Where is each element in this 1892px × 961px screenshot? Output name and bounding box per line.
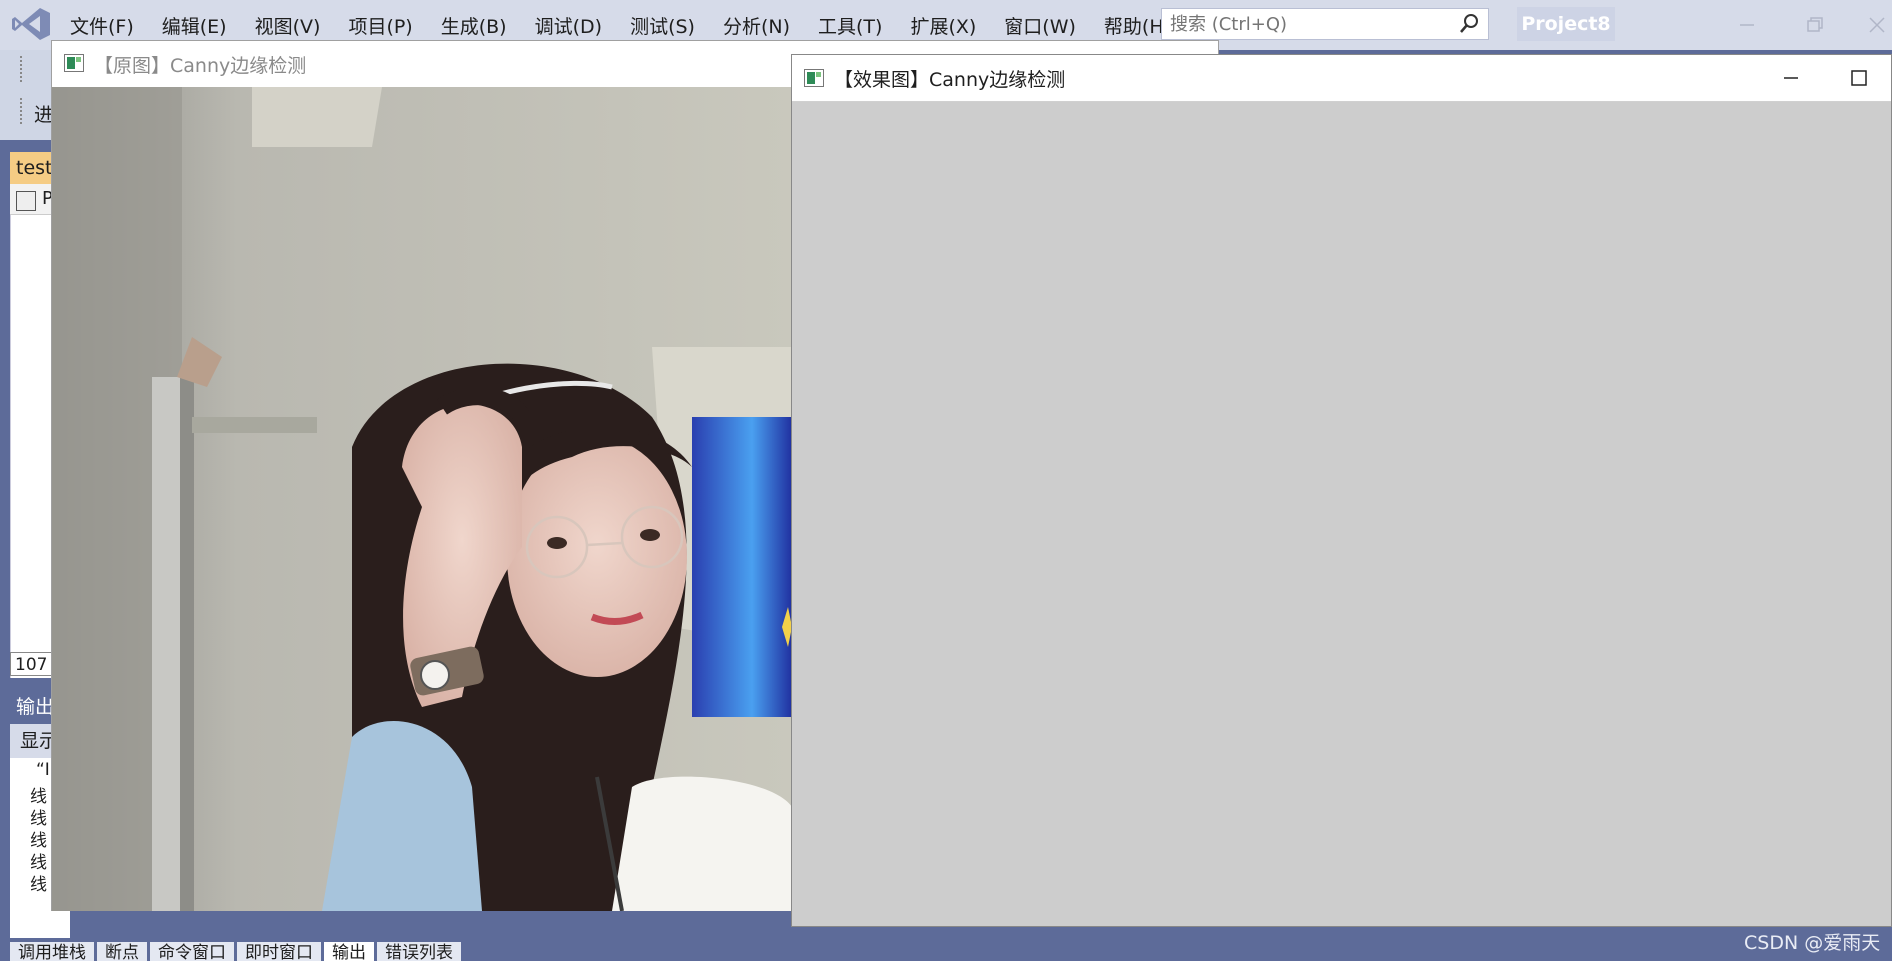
- menu-item[interactable]: 测试(S): [616, 12, 709, 39]
- bottom-tab[interactable]: 错误列表: [377, 942, 461, 961]
- menu-item[interactable]: 扩展(X): [896, 12, 990, 39]
- search-box[interactable]: [1161, 8, 1489, 40]
- search-icon[interactable]: [1458, 13, 1480, 35]
- visual-studio-logo-icon[interactable]: [10, 6, 52, 42]
- toolbar-grip-icon[interactable]: [20, 56, 26, 82]
- minimize-icon[interactable]: [1776, 63, 1806, 93]
- output-line: 线: [30, 875, 47, 895]
- bottom-tab[interactable]: 即时窗口: [237, 942, 321, 961]
- watermark: CSDN @爱雨天: [1744, 932, 1881, 954]
- minimize-icon[interactable]: [1732, 10, 1762, 40]
- toolbar-grip-icon[interactable]: [20, 98, 26, 124]
- menu-item[interactable]: 工具(T): [804, 12, 896, 39]
- menu-item[interactable]: 生成(B): [427, 12, 521, 39]
- bottom-tab[interactable]: 断点: [97, 942, 147, 961]
- maximize-icon[interactable]: [1844, 63, 1874, 93]
- menu-item[interactable]: 视图(V): [241, 12, 335, 39]
- menu-item[interactable]: 文件(F): [56, 12, 148, 39]
- original-photo: [52, 87, 792, 911]
- bottom-tab[interactable]: 调用堆栈: [10, 942, 94, 961]
- result-image-canvas: [792, 102, 1891, 926]
- close-icon[interactable]: [1862, 10, 1892, 40]
- output-line: “I: [36, 760, 50, 780]
- restore-icon[interactable]: [1800, 10, 1830, 40]
- menu-item[interactable]: 项目(P): [334, 12, 426, 39]
- opencv-window-icon: [804, 69, 824, 87]
- search-input[interactable]: [1162, 9, 1448, 39]
- opencv-window-icon: [64, 54, 84, 72]
- project-name-badge: Project8: [1517, 7, 1615, 41]
- menu-item[interactable]: 分析(N): [709, 12, 804, 39]
- menu-item[interactable]: 调试(D): [521, 12, 616, 39]
- bottom-tool-tabs: 调用堆栈 断点 命令窗口 即时窗口 输出 错误列表: [10, 942, 461, 961]
- result-window-title: 【效果图】Canny边缘检测: [834, 69, 1066, 91]
- menu-item[interactable]: 窗口(W): [990, 12, 1090, 39]
- bottom-tab[interactable]: 命令窗口: [150, 942, 234, 961]
- original-window-title: 【原图】Canny边缘检测: [94, 55, 307, 77]
- project-icon: [16, 191, 36, 211]
- result-window-titlebar[interactable]: 【效果图】Canny边缘检测: [792, 55, 1891, 102]
- bottom-tab[interactable]: 输出: [324, 942, 374, 961]
- result-image-window[interactable]: 【效果图】Canny边缘检测: [791, 54, 1892, 927]
- menu-item[interactable]: 编辑(E): [148, 12, 241, 39]
